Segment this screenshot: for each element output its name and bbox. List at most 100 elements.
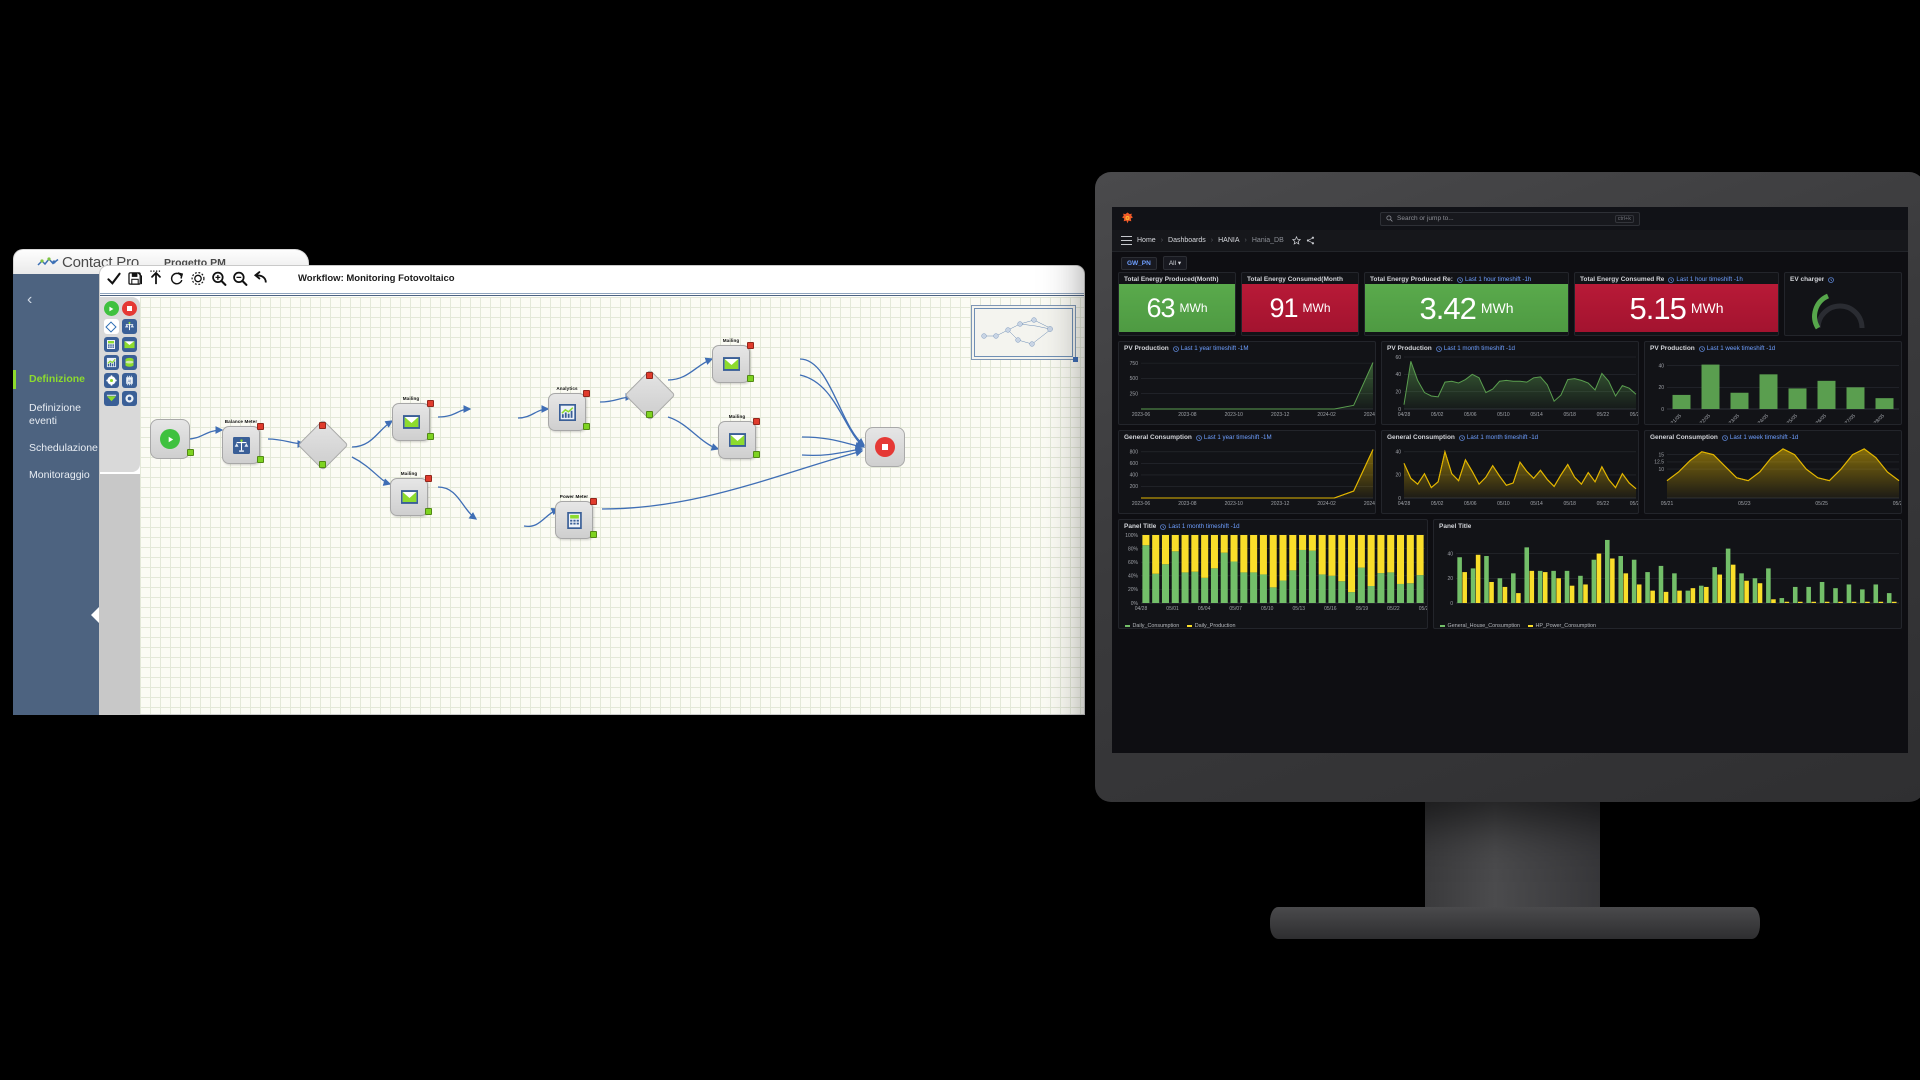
zoom-in-icon[interactable] bbox=[211, 270, 227, 287]
legend-item[interactable]: HP_Power_Consumption bbox=[1528, 623, 1596, 628]
node-stop[interactable] bbox=[865, 427, 905, 467]
palette-chart-icon[interactable] bbox=[103, 355, 119, 370]
panel-header: Total Energy Produced(Month) bbox=[1119, 273, 1235, 284]
node-analytics[interactable]: Analytics bbox=[548, 386, 590, 431]
breadcrumb-hania[interactable]: HANIA bbox=[1218, 237, 1239, 244]
port-out-ok[interactable] bbox=[583, 423, 590, 430]
svg-text:250: 250 bbox=[1130, 392, 1139, 398]
hamburger-menu-icon[interactable] bbox=[1121, 236, 1132, 245]
panel-house-hp-consumption[interactable]: Panel Title 0 20 40 General_House_Consumpt… bbox=[1433, 519, 1902, 629]
port-out-ok[interactable] bbox=[747, 375, 754, 382]
palette-balance-scale-icon[interactable] bbox=[121, 319, 137, 334]
node-power-meter[interactable]: Power Meter bbox=[555, 494, 597, 539]
node-mailing-3[interactable]: Mailing bbox=[712, 338, 754, 383]
panel-timeshift-text: Last 1 month timeshift -1d bbox=[1443, 345, 1515, 352]
palette-stop-square-icon[interactable] bbox=[121, 301, 137, 316]
save-icon[interactable] bbox=[127, 270, 143, 287]
port-in-err[interactable] bbox=[583, 390, 590, 397]
breadcrumb-hania-db[interactable]: Hania_DB bbox=[1252, 237, 1284, 244]
panel-general-consumption-year[interactable]: General Consumption Last 1 year timeshif… bbox=[1118, 430, 1376, 514]
chart-canvas: 200 400 600 800 2023-06 2023-08 2023-10 2023-12… bbox=[1119, 442, 1375, 513]
port-in-err[interactable] bbox=[747, 342, 754, 349]
sidebar-item-definizione[interactable]: Definizione bbox=[13, 370, 99, 390]
minimap-resize-handle[interactable] bbox=[1073, 357, 1078, 362]
node-start[interactable] bbox=[150, 419, 194, 459]
panel-general-consumption-week[interactable]: General Consumption Last 1 week timeshif… bbox=[1644, 430, 1902, 514]
refresh-icon[interactable] bbox=[169, 270, 185, 287]
port-out-ok[interactable] bbox=[425, 508, 432, 515]
panel-total-energy-produced-month[interactable]: Total Energy Produced(Month) 63 MWh bbox=[1118, 272, 1236, 336]
search-input[interactable]: Search or jump to... ctrl+k bbox=[1380, 211, 1640, 226]
variable-value-gw-pn[interactable]: All ▾ bbox=[1162, 256, 1188, 270]
undo-icon[interactable] bbox=[253, 270, 269, 287]
legend-item[interactable]: Daily_Consumption bbox=[1125, 623, 1179, 628]
panel-pv-production-week[interactable]: PV Production Last 1 week timeshift -1d … bbox=[1644, 341, 1902, 425]
check-icon[interactable] bbox=[106, 270, 122, 287]
palette-ai-chip-icon[interactable]: AI bbox=[121, 373, 137, 388]
palette-database-icon[interactable] bbox=[121, 355, 137, 370]
port-ok[interactable] bbox=[319, 461, 326, 468]
palette-gear-icon[interactable] bbox=[103, 373, 119, 388]
panel-timeshift-text: Last 1 hour timeshift -1h bbox=[1676, 276, 1743, 283]
port-out-ok[interactable] bbox=[753, 451, 760, 458]
palette-scroll-track[interactable] bbox=[100, 474, 140, 714]
panel-ev-charger[interactable]: EV charger bbox=[1784, 272, 1902, 336]
panel-pv-production-month[interactable]: PV Production Last 1 month timeshift -1d… bbox=[1381, 341, 1639, 425]
port-out-ok[interactable] bbox=[590, 531, 597, 538]
workflow-canvas[interactable]: Balance Meter Mailing Mailing Analytics … bbox=[140, 297, 1084, 714]
chart-canvas: 0 20 40 60 04/28 05/02 05/06 05/10 05/14 05/18 05/… bbox=[1382, 353, 1638, 424]
panel-general-consumption-month[interactable]: General Consumption Last 1 month timeshi… bbox=[1381, 430, 1639, 514]
node-mailing-4[interactable]: Mailing bbox=[718, 414, 760, 459]
sidebar-item-monitoraggio[interactable]: Monitoraggio bbox=[13, 466, 99, 485]
breadcrumb-dashboards[interactable]: Dashboards bbox=[1168, 237, 1206, 244]
sidebar-item-schedulazione[interactable]: Schedulazione bbox=[13, 439, 99, 458]
sidebar-collapse-icon[interactable]: ‹ bbox=[27, 292, 43, 308]
node-balance-meter[interactable]: Balance Meter bbox=[222, 419, 264, 464]
legend-item[interactable]: Daily_Production bbox=[1187, 623, 1236, 628]
port-in-err[interactable] bbox=[425, 475, 432, 482]
svg-text:12.5: 12.5 bbox=[1654, 460, 1664, 466]
panel-title: EV charger bbox=[1790, 276, 1825, 283]
node-mailing-1[interactable]: Mailing bbox=[392, 396, 434, 441]
port-out-ok[interactable] bbox=[427, 433, 434, 440]
settings-gear-icon[interactable] bbox=[190, 270, 206, 287]
breadcrumb-home[interactable]: Home bbox=[1137, 237, 1156, 244]
svg-text:2023-06: 2023-06 bbox=[1132, 412, 1151, 418]
port-in-err[interactable] bbox=[590, 498, 597, 505]
palette-decision-diamond-icon[interactable] bbox=[103, 319, 119, 334]
palette-settings2-icon[interactable] bbox=[121, 391, 137, 406]
palette-start-play-icon[interactable] bbox=[103, 301, 119, 316]
port-ok[interactable] bbox=[646, 411, 653, 418]
zoom-out-icon[interactable] bbox=[232, 270, 248, 287]
panel-pv-production-year[interactable]: PV Production Last 1 year timeshift -1M … bbox=[1118, 341, 1376, 425]
panel-daily-stacked[interactable]: Panel Title Last 1 month timeshift -1d 0… bbox=[1118, 519, 1428, 629]
sidebar-item-definizione-eventi[interactable]: Definizione eventi bbox=[13, 399, 99, 431]
upload-icon[interactable] bbox=[148, 270, 164, 287]
palette-mail-icon[interactable] bbox=[121, 337, 137, 352]
port-out-ok[interactable] bbox=[257, 456, 264, 463]
share-icon[interactable] bbox=[1306, 236, 1315, 245]
port-out-ok[interactable] bbox=[187, 449, 194, 456]
svg-text:400: 400 bbox=[1130, 473, 1139, 479]
port-in-err[interactable] bbox=[257, 423, 264, 430]
panel-total-energy-consumed-realtime[interactable]: Total Energy Consumed Re Last 1 hour tim… bbox=[1574, 272, 1779, 336]
node-mailing-2[interactable]: Mailing bbox=[390, 471, 432, 516]
palette-calculator-icon[interactable] bbox=[103, 337, 119, 352]
node-decision-2[interactable] bbox=[624, 369, 676, 421]
port-in-err[interactable] bbox=[753, 418, 760, 425]
panel-total-energy-produced-realtime[interactable]: Total Energy Produced Re: Last 1 hour ti… bbox=[1364, 272, 1569, 336]
svg-text:05/22: 05/22 bbox=[1387, 606, 1400, 612]
node-decision-1[interactable] bbox=[297, 419, 349, 471]
minimap-viewport[interactable] bbox=[974, 308, 1073, 357]
port-err[interactable] bbox=[319, 422, 326, 429]
node-power-meter-label: Power Meter bbox=[559, 494, 589, 499]
port-in-err[interactable] bbox=[427, 400, 434, 407]
panel-total-energy-consumed-month[interactable]: Total Energy Consumed(Month 91 MWh bbox=[1241, 272, 1359, 336]
palette-export-icon[interactable] bbox=[103, 391, 119, 406]
svg-text:80%: 80% bbox=[1128, 546, 1139, 552]
star-icon[interactable] bbox=[1291, 236, 1301, 245]
workflow-minimap[interactable] bbox=[971, 305, 1078, 362]
port-err[interactable] bbox=[646, 372, 653, 379]
grafana-logo-icon[interactable] bbox=[1121, 212, 1134, 225]
legend-item[interactable]: General_House_Consumption bbox=[1440, 623, 1520, 628]
